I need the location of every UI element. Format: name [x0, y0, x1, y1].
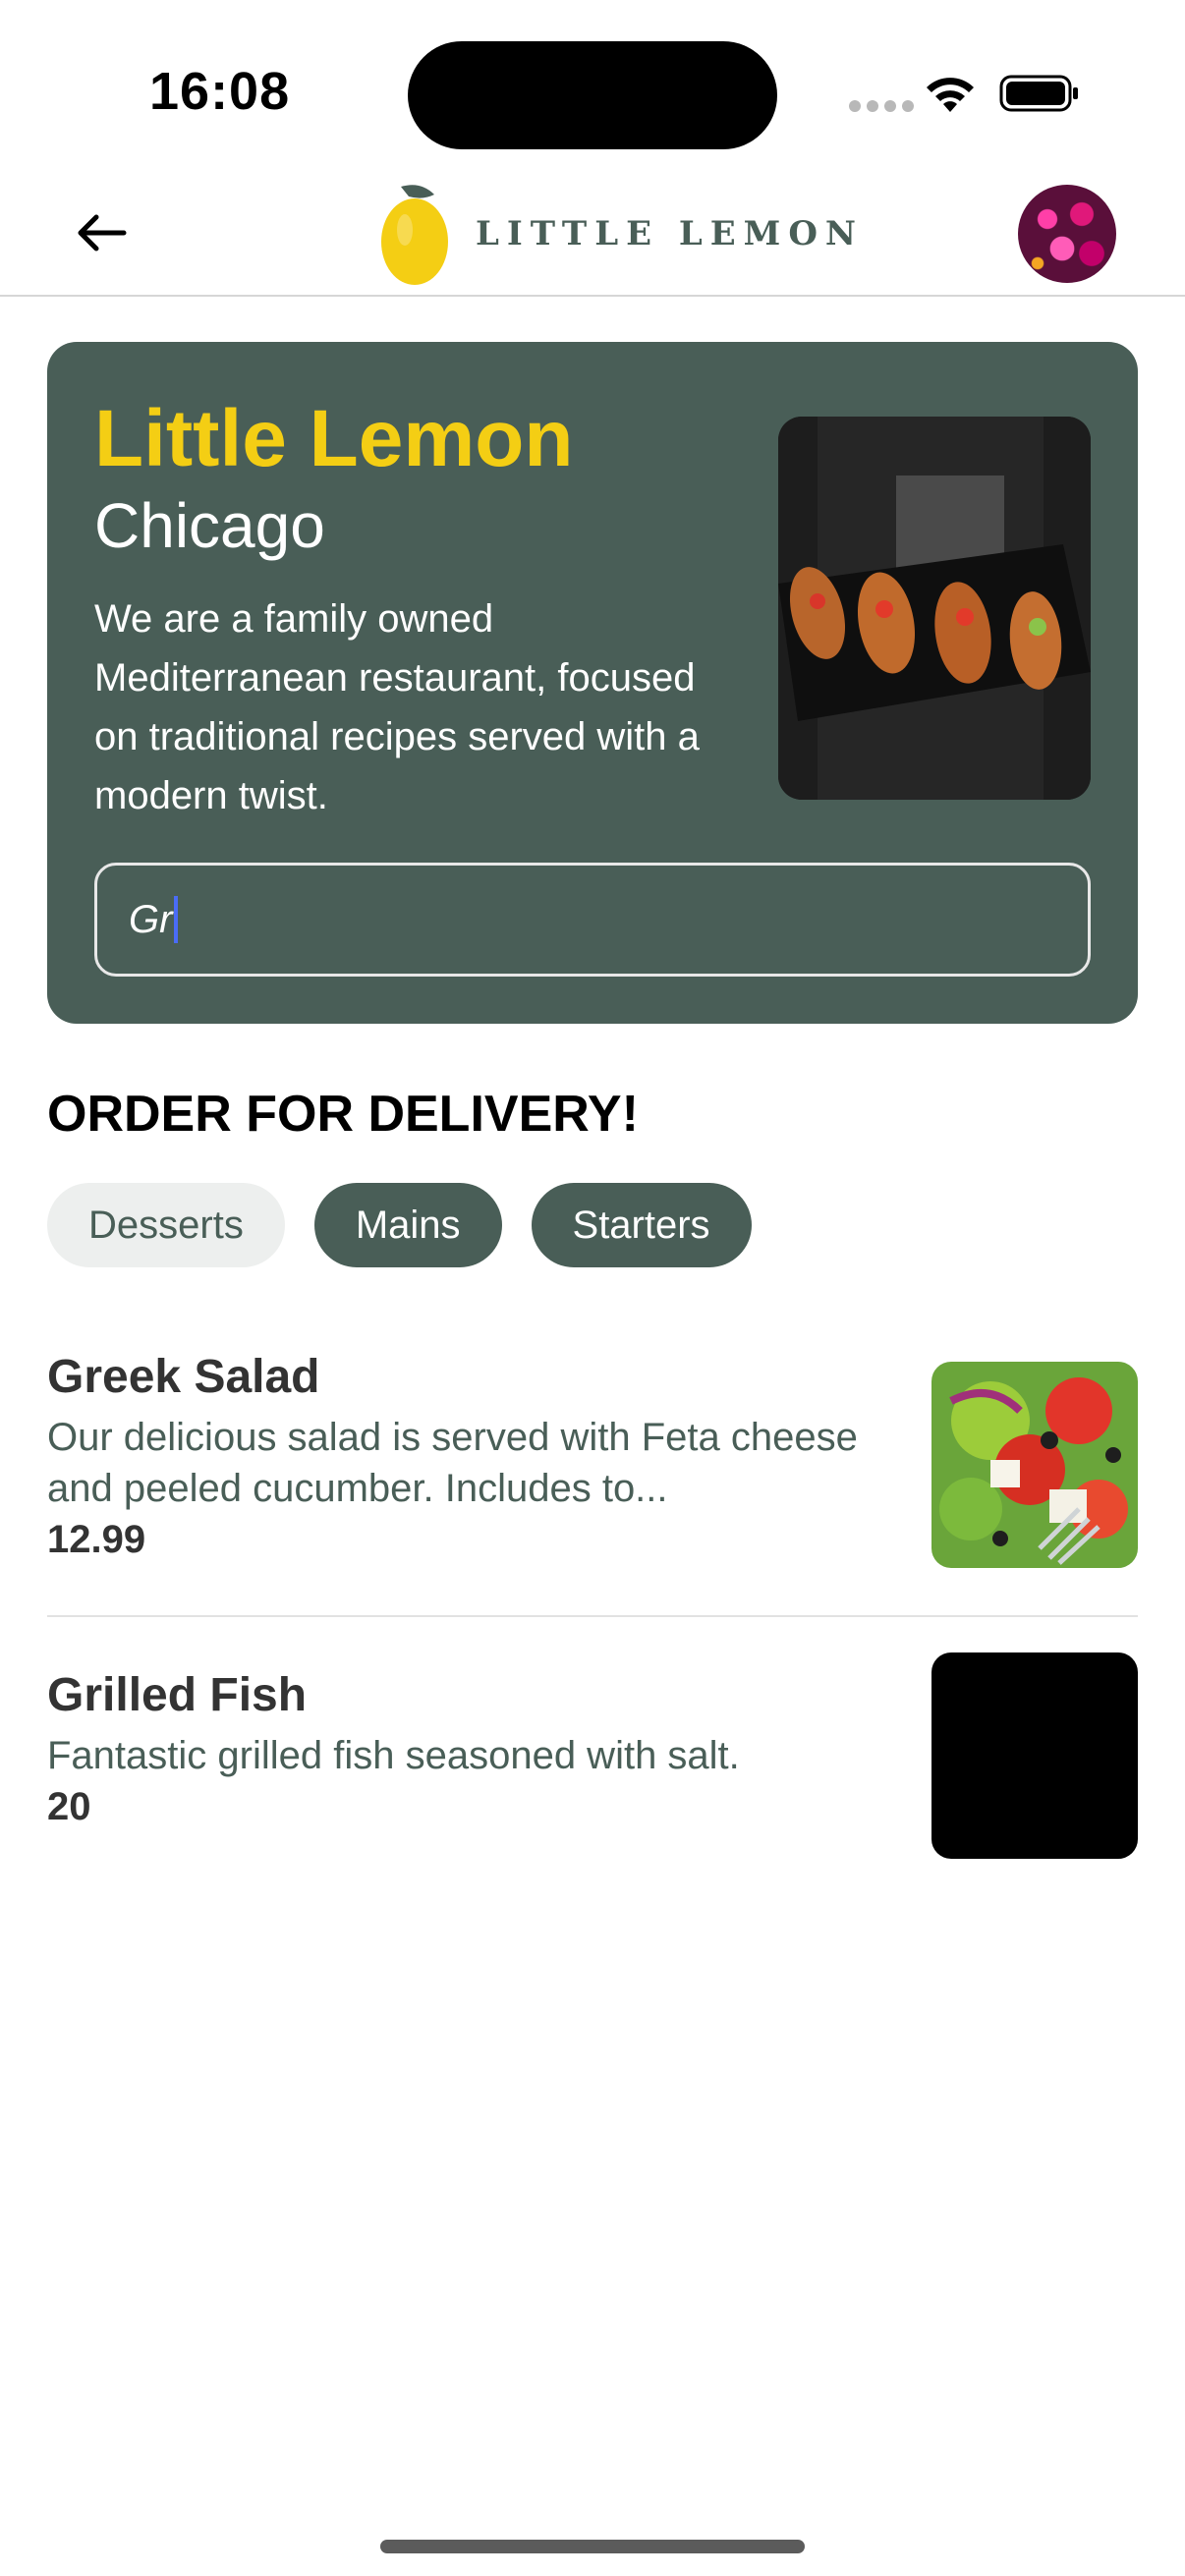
- category-chip-mains[interactable]: Mains: [313, 1183, 502, 1267]
- grilled-fish-image: [931, 1652, 1138, 1859]
- logo-text: LITTLE LEMON: [476, 214, 865, 253]
- little-lemon-logo: LITTLE LEMON: [379, 179, 864, 289]
- text-cursor: [174, 896, 179, 943]
- restaurant-name: Little Lemon: [94, 394, 574, 483]
- category-filter-chips: Desserts Mains Starters: [47, 1183, 752, 1267]
- menu-item-description: Our delicious salad is served with Feta …: [47, 1416, 858, 1510]
- category-chip-starters[interactable]: Starters: [531, 1183, 752, 1267]
- home-indicator: [380, 2540, 805, 2553]
- lemon-icon: [381, 185, 448, 285]
- hero-food-image: [778, 417, 1091, 800]
- search-input[interactable]: Gr: [94, 863, 1091, 977]
- category-chip-desserts[interactable]: Desserts: [47, 1183, 285, 1267]
- menu-item-greek-salad[interactable]: Greek Salad Our delicious salad is serve…: [47, 1350, 1138, 1568]
- menu-divider: [47, 1615, 1138, 1617]
- order-section-title: ORDER FOR DELIVERY!: [47, 1086, 639, 1143]
- menu-item-grilled-fish[interactable]: Grilled Fish Fantastic grilled fish seas…: [47, 1652, 1138, 1859]
- greek-salad-image: [931, 1362, 1138, 1568]
- arrow-left-icon: [78, 214, 127, 252]
- cellular-signal-icon: [849, 100, 914, 112]
- app-screen: 16:08 LITTLE LEMON Little Lemon Chicago …: [0, 0, 1185, 2576]
- status-time: 16:08: [149, 62, 291, 121]
- dynamic-island: [408, 41, 777, 149]
- restaurant-city: Chicago: [94, 490, 325, 561]
- menu-item-description: Fantastic grilled fish seasoned with sal…: [47, 1734, 740, 1777]
- battery-icon: [999, 75, 1078, 112]
- back-button[interactable]: [63, 198, 141, 267]
- search-input-value: Gr: [129, 897, 173, 941]
- restaurant-description: We are a family owned Mediterranean rest…: [94, 597, 700, 817]
- hero-banner: Little Lemon Chicago We are a family own…: [47, 342, 1138, 1024]
- top-navigation-bar: LITTLE LEMON: [0, 169, 1185, 297]
- wifi-icon: [927, 78, 974, 112]
- profile-avatar[interactable]: [1018, 185, 1116, 283]
